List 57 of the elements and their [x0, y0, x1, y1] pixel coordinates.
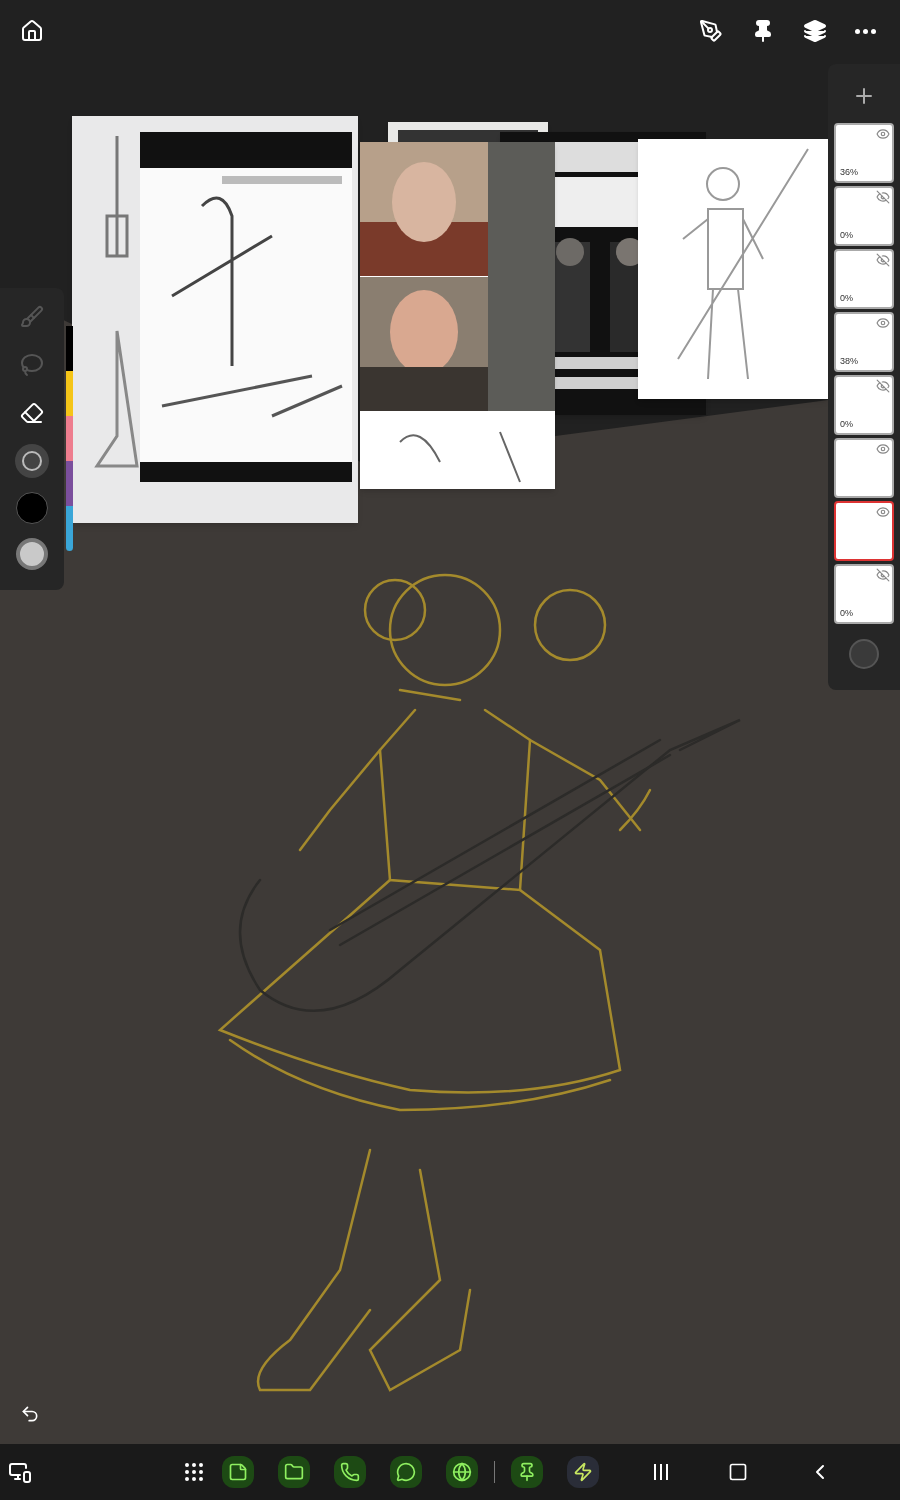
- eye-icon: [876, 127, 890, 141]
- layer-opacity: 0%: [840, 606, 853, 620]
- eraser-icon: [20, 401, 44, 425]
- browser-icon: [452, 1462, 472, 1482]
- home-icon: [20, 19, 44, 43]
- phone-icon: [340, 1462, 360, 1482]
- opacity-button[interactable]: [16, 538, 48, 570]
- more-icon: [855, 28, 876, 34]
- home-nav-icon[interactable]: [728, 1462, 748, 1482]
- layer-thumbnail[interactable]: 0%: [834, 186, 894, 246]
- layer-thumbnail[interactable]: 0%: [834, 375, 894, 435]
- brush-size-button[interactable]: [15, 444, 49, 478]
- eye-icon: [876, 316, 890, 330]
- recents-icon[interactable]: [654, 1464, 668, 1480]
- eye-off-icon: [876, 190, 890, 204]
- grid-icon: [182, 1460, 206, 1484]
- notes-app-icon[interactable]: [222, 1456, 254, 1488]
- color-chip[interactable]: [66, 416, 73, 461]
- layer-thumbnail[interactable]: 36%: [834, 123, 894, 183]
- lasso-icon: [20, 353, 44, 377]
- color-swatch[interactable]: [16, 492, 48, 524]
- layer-thumbnail[interactable]: 38%: [834, 312, 894, 372]
- eye-off-icon: [876, 568, 890, 582]
- color-chip[interactable]: [66, 326, 73, 371]
- brush-icon: [20, 305, 44, 329]
- browser-app-icon[interactable]: [446, 1456, 478, 1488]
- messages-icon: [396, 1462, 416, 1482]
- square-icon: [728, 1462, 748, 1482]
- app-drawer-icon[interactable]: [182, 1460, 206, 1484]
- bolt-icon: [573, 1462, 593, 1482]
- devices-icon: [8, 1460, 32, 1484]
- layers-icon: [803, 19, 827, 43]
- layer-thumbnail[interactable]: [834, 501, 894, 561]
- color-chip[interactable]: [66, 461, 73, 506]
- eye-off-icon: [876, 379, 890, 393]
- layer-opacity: 36%: [840, 165, 858, 179]
- phone-app-icon[interactable]: [334, 1456, 366, 1488]
- layer-opacity: 0%: [840, 228, 853, 242]
- eye-icon: [876, 505, 890, 519]
- layer-thumbnail[interactable]: 0%: [834, 249, 894, 309]
- color-chip[interactable]: [66, 371, 73, 416]
- undo-icon: [20, 1404, 40, 1424]
- layer-opacity: 0%: [840, 417, 853, 431]
- files-app-icon[interactable]: [278, 1456, 310, 1488]
- layer-opacity: 0%: [840, 291, 853, 305]
- undo-button[interactable]: [20, 1404, 40, 1424]
- bolt-app-icon[interactable]: [567, 1456, 599, 1488]
- files-icon: [284, 1462, 304, 1482]
- notes-icon: [228, 1462, 248, 1482]
- color-chip[interactable]: [66, 506, 73, 551]
- layer-thumbnail[interactable]: 0%: [834, 564, 894, 624]
- eye-icon: [876, 442, 890, 456]
- eye-off-icon: [876, 253, 890, 267]
- messages-app-icon[interactable]: [390, 1456, 422, 1488]
- layer-opacity: 38%: [840, 354, 858, 368]
- layer-thumbnail[interactable]: [834, 438, 894, 498]
- screen-icon[interactable]: [8, 1460, 32, 1484]
